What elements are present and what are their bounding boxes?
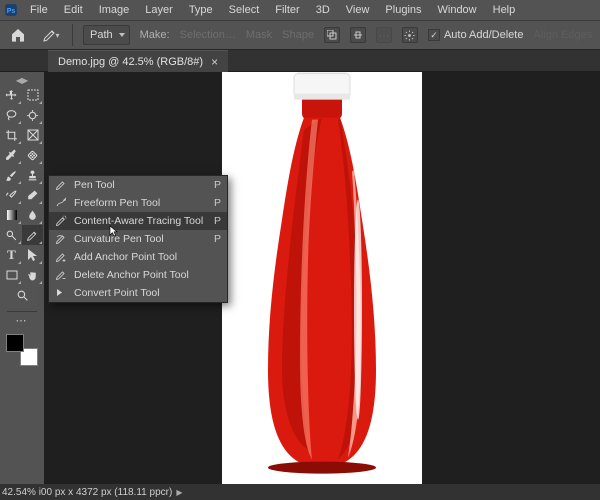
menu-plugins[interactable]: Plugins bbox=[377, 0, 429, 20]
close-tab-icon[interactable]: × bbox=[211, 55, 218, 69]
menu-image[interactable]: Image bbox=[91, 0, 138, 20]
path-settings-icon[interactable] bbox=[402, 27, 418, 43]
gradient-tool[interactable] bbox=[1, 205, 22, 225]
flyout-item-label: Freeform Pen Tool bbox=[74, 197, 208, 209]
path-mode-dropdown[interactable]: Path bbox=[83, 25, 130, 45]
flyout-item-label: Curvature Pen Tool bbox=[74, 233, 208, 245]
pen-tool-flyout: Pen ToolPFreeform Pen ToolPContent-Aware… bbox=[48, 175, 228, 303]
make-selection-button[interactable]: Selection… bbox=[180, 29, 236, 41]
menu-window[interactable]: Window bbox=[430, 0, 485, 20]
menu-filter[interactable]: Filter bbox=[267, 0, 307, 20]
flyout-item-shortcut: P bbox=[214, 233, 221, 245]
flyout-item-label: Convert Point Tool bbox=[74, 287, 215, 299]
flyout-item-curve[interactable]: Curvature Pen Tool P bbox=[49, 230, 227, 248]
home-button[interactable] bbox=[6, 23, 30, 47]
flyout-item-pen[interactable]: Pen Tool P bbox=[49, 176, 227, 194]
menu-3d[interactable]: 3D bbox=[308, 0, 338, 20]
document-tab-title: Demo.jpg @ 42.5% (RGB/8#) bbox=[58, 56, 203, 68]
pen-tool[interactable] bbox=[22, 225, 43, 245]
path-operations-icon[interactable] bbox=[324, 27, 340, 43]
eyedropper-tool[interactable] bbox=[1, 145, 22, 165]
flyout-item-label: Pen Tool bbox=[74, 179, 208, 191]
flyout-item-del[interactable]: Delete Anchor Point Tool bbox=[49, 266, 227, 284]
path-arrange-icon[interactable]: ⋯ bbox=[376, 27, 392, 43]
add-icon bbox=[53, 250, 68, 265]
flyout-item-add[interactable]: Add Anchor Point Tool bbox=[49, 248, 227, 266]
flyout-item-label: Add Anchor Point Tool bbox=[74, 251, 215, 263]
flyout-item-freeform[interactable]: Freeform Pen Tool P bbox=[49, 194, 227, 212]
flyout-item-conv[interactable]: Convert Point Tool bbox=[49, 284, 227, 302]
tools-panel: ◀▶ bbox=[0, 72, 44, 484]
options-bar: ▾ Path Make: Selection… Mask Shape ⋯ ✓Au… bbox=[0, 20, 600, 50]
make-shape-button[interactable]: Shape bbox=[282, 29, 314, 41]
flyout-item-label: Content-Aware Tracing Tool bbox=[74, 215, 208, 227]
active-tool-icon[interactable]: ▾ bbox=[40, 24, 62, 46]
pen-icon bbox=[53, 178, 68, 193]
status-dimensions: i00 px x 4372 px (118.11 ppcr) bbox=[39, 487, 173, 498]
app-logo-icon: Ps bbox=[0, 0, 22, 20]
status-zoom[interactable]: 42.54% bbox=[2, 487, 36, 498]
make-label: Make: bbox=[140, 29, 170, 41]
hand-tool[interactable] bbox=[22, 265, 43, 285]
menu-view[interactable]: View bbox=[338, 0, 378, 20]
freeform-icon bbox=[53, 196, 68, 211]
trace-icon bbox=[53, 214, 68, 229]
menu-help[interactable]: Help bbox=[485, 0, 524, 20]
flyout-item-shortcut: P bbox=[214, 179, 221, 191]
flyout-item-label: Delete Anchor Point Tool bbox=[74, 269, 215, 281]
conv-icon bbox=[53, 286, 68, 301]
curve-icon bbox=[53, 232, 68, 247]
marquee-tool[interactable] bbox=[22, 85, 43, 105]
bottle-image bbox=[242, 72, 402, 480]
frame-tool[interactable] bbox=[22, 125, 43, 145]
svg-text:Ps: Ps bbox=[7, 8, 16, 15]
menu-edit[interactable]: Edit bbox=[56, 0, 91, 20]
menu-layer[interactable]: Layer bbox=[137, 0, 181, 20]
flyout-item-shortcut: P bbox=[214, 197, 221, 209]
path-mode-label: Path bbox=[90, 29, 113, 41]
flyout-item-trace[interactable]: Content-Aware Tracing Tool P bbox=[49, 212, 227, 230]
auto-add-delete-checkbox[interactable]: ✓Auto Add/Delete bbox=[428, 29, 524, 41]
path-select-tool[interactable] bbox=[22, 245, 43, 265]
tools-collapse-icon[interactable]: ◀▶ bbox=[2, 75, 42, 85]
menu-bar: Ps File Edit Image Layer Type Select Fil… bbox=[0, 0, 600, 20]
menu-file[interactable]: File bbox=[22, 0, 56, 20]
make-mask-button[interactable]: Mask bbox=[246, 29, 272, 41]
brush-tool[interactable] bbox=[1, 165, 22, 185]
document-tab-bar: Demo.jpg @ 42.5% (RGB/8#) × bbox=[0, 50, 600, 72]
status-bar: 42.54% i00 px x 4372 px (118.11 ppcr) ▶ bbox=[0, 484, 600, 500]
eraser-tool[interactable] bbox=[22, 185, 43, 205]
stamp-tool[interactable] bbox=[22, 165, 43, 185]
del-icon bbox=[53, 268, 68, 283]
dodge-tool[interactable] bbox=[1, 225, 22, 245]
quick-select-tool[interactable] bbox=[22, 105, 43, 125]
blur-tool[interactable] bbox=[22, 205, 43, 225]
lasso-tool[interactable] bbox=[1, 105, 22, 125]
auto-add-delete-label: Auto Add/Delete bbox=[444, 29, 524, 41]
edit-toolbar-icon[interactable]: ⋯ bbox=[1, 312, 43, 328]
path-align-icon[interactable] bbox=[350, 27, 366, 43]
rectangle-tool[interactable] bbox=[1, 265, 22, 285]
status-more-icon[interactable]: ▶ bbox=[176, 488, 182, 497]
color-swatches[interactable] bbox=[6, 334, 38, 366]
menu-type[interactable]: Type bbox=[181, 0, 221, 20]
foreground-color-swatch[interactable] bbox=[6, 334, 24, 352]
flyout-item-shortcut: P bbox=[214, 215, 221, 227]
healing-tool[interactable] bbox=[22, 145, 43, 165]
menu-select[interactable]: Select bbox=[221, 0, 268, 20]
zoom-tool[interactable] bbox=[1, 285, 43, 305]
crop-tool[interactable] bbox=[1, 125, 22, 145]
align-edges-label: Align Edges bbox=[533, 29, 592, 41]
move-tool[interactable] bbox=[1, 85, 22, 105]
history-brush-tool[interactable] bbox=[1, 185, 22, 205]
type-tool[interactable]: T bbox=[1, 245, 22, 265]
document-tab[interactable]: Demo.jpg @ 42.5% (RGB/8#) × bbox=[48, 50, 228, 72]
